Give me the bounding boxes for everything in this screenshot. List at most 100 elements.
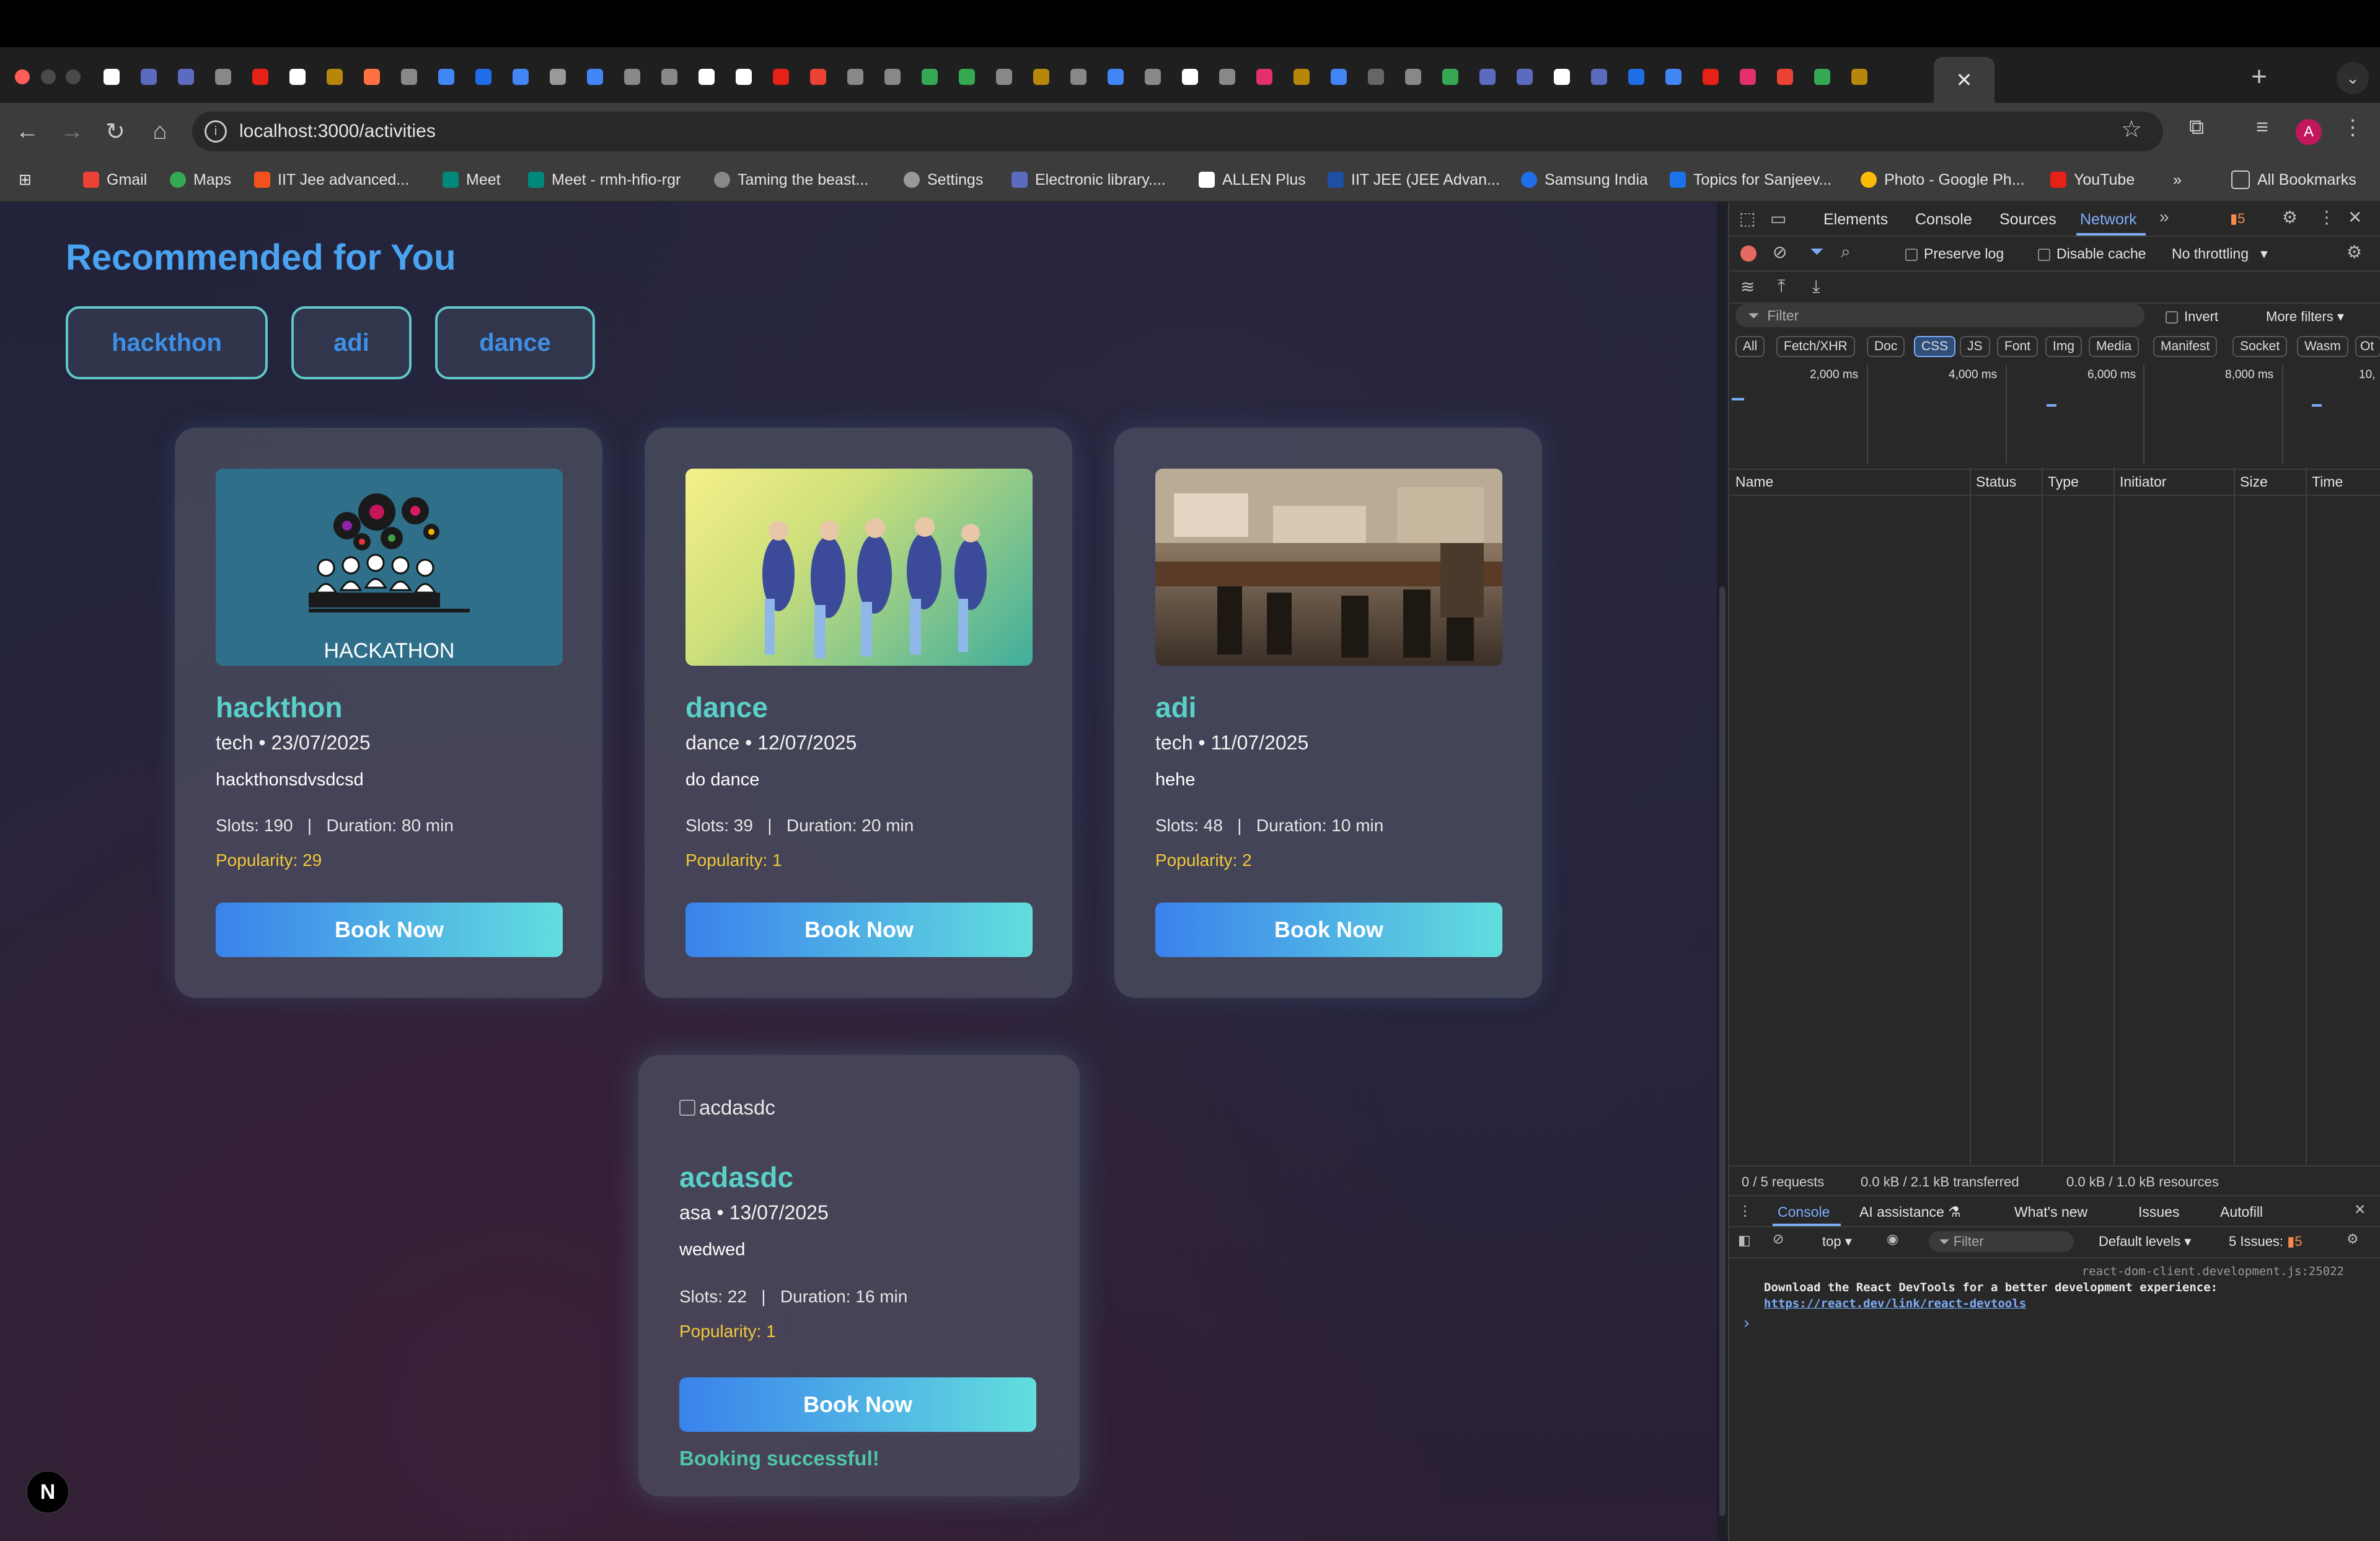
export-har-icon[interactable]: ⤓ <box>1812 276 1820 297</box>
filter-other[interactable]: Ot <box>2355 336 2380 357</box>
filter-img[interactable]: Img <box>2045 336 2082 357</box>
pinned-tab[interactable] <box>205 60 242 94</box>
pinned-tab[interactable] <box>614 60 651 94</box>
column-time[interactable]: Time <box>2312 474 2343 490</box>
chip-adi[interactable]: adi <box>291 306 412 379</box>
tab-search-button[interactable]: ⌄ <box>2337 62 2369 94</box>
pinned-tab[interactable] <box>1692 60 1729 94</box>
pinned-tab[interactable] <box>948 60 985 94</box>
record-icon[interactable] <box>1740 245 1756 262</box>
settings-gear-icon[interactable]: ⚙ <box>2282 207 2298 227</box>
pinned-tab[interactable] <box>1580 60 1618 94</box>
pinned-tab[interactable] <box>651 60 688 94</box>
pinned-tab[interactable] <box>1357 60 1395 94</box>
pinned-tab[interactable] <box>1618 60 1655 94</box>
bookmark-taming-beast[interactable]: Taming the beast... <box>714 169 868 191</box>
pinned-tab[interactable] <box>1134 60 1171 94</box>
minimize-window-button[interactable] <box>41 69 56 84</box>
pinned-tab[interactable] <box>1395 60 1432 94</box>
filter-css[interactable]: CSS <box>1914 336 1956 357</box>
console-source-link[interactable]: react-dom-client.development.js:25022 <box>2082 1265 2344 1278</box>
inspect-element-icon[interactable]: ⬚ <box>1739 208 1755 229</box>
pinned-tab[interactable] <box>316 60 353 94</box>
pinned-tab[interactable] <box>353 60 390 94</box>
column-size[interactable]: Size <box>2240 474 2268 490</box>
forward-button[interactable]: → <box>56 115 88 148</box>
console-prompt[interactable]: › <box>1742 1314 1752 1333</box>
close-tab-icon[interactable]: ✕ <box>1956 68 1973 92</box>
bookmark-iit-jee-advanced[interactable]: IIT JEE (JEE Advan... <box>1328 169 1500 191</box>
filter-manifest[interactable]: Manifest <box>2153 336 2218 357</box>
search-icon[interactable]: ⌕ <box>1841 242 1851 262</box>
device-toolbar-icon[interactable]: ▭ <box>1770 208 1786 229</box>
log-levels-dropdown[interactable]: Default levels ▾ <box>2099 1234 2191 1250</box>
console-issues-count[interactable]: 5 Issues: ▮5 <box>2229 1234 2303 1250</box>
filter-font[interactable]: Font <box>1997 336 2038 357</box>
pinned-tab[interactable] <box>502 60 539 94</box>
drawer-tab-autofill[interactable]: Autofill <box>2220 1204 2263 1221</box>
filter-fetch-xhr[interactable]: Fetch/XHR <box>1776 336 1855 357</box>
bookmark-topics[interactable]: Topics for Sanjeev... <box>1670 169 1831 191</box>
devtools-tab-sources[interactable]: Sources <box>1999 211 2056 229</box>
filter-media[interactable]: Media <box>2089 336 2140 357</box>
react-devtools-link[interactable]: https://react.dev/link/react-devtools <box>1764 1297 2026 1310</box>
bookmark-star-icon[interactable]: ☆ <box>2121 115 2142 143</box>
back-button[interactable]: ← <box>11 115 43 148</box>
pinned-tab[interactable] <box>725 60 762 94</box>
live-expression-eye-icon[interactable]: ◉ <box>1887 1231 1898 1247</box>
close-window-button[interactable] <box>15 69 30 84</box>
network-conditions-icon[interactable]: ≋ <box>1740 276 1755 297</box>
bookmark-iit-jee[interactable]: IIT Jee advanced... <box>254 169 409 191</box>
pinned-tab[interactable] <box>1097 60 1134 94</box>
preserve-log-checkbox[interactable]: Preserve log <box>1905 245 2004 262</box>
issues-badge[interactable]: ▮5 <box>2230 211 2245 227</box>
bookmark-gmail[interactable]: Gmail <box>83 169 147 191</box>
pinned-tab[interactable] <box>800 60 837 94</box>
console-clear-icon[interactable]: ⊘ <box>1773 1231 1784 1247</box>
page-scrollbar[interactable] <box>1717 202 1728 1541</box>
filter-wasm[interactable]: Wasm <box>2297 336 2348 357</box>
pinned-tab[interactable] <box>1060 60 1097 94</box>
pinned-tab[interactable] <box>1543 60 1580 94</box>
all-bookmarks-folder[interactable]: All Bookmarks <box>2231 169 2356 191</box>
drawer-tab-ai-assistance[interactable]: AI assistance ⚗ <box>1859 1204 1961 1221</box>
book-now-button[interactable]: Book Now <box>679 1377 1036 1432</box>
bookmark-maps[interactable]: Maps <box>170 169 231 191</box>
pinned-tab[interactable] <box>465 60 502 94</box>
more-filters-dropdown[interactable]: More filters ▾ <box>2266 309 2344 325</box>
pinned-tab[interactable] <box>985 60 1023 94</box>
pinned-tab[interactable] <box>242 60 279 94</box>
bookmark-electronic-library[interactable]: Electronic library.... <box>1011 169 1166 191</box>
pinned-tab[interactable] <box>837 60 874 94</box>
pinned-tab[interactable] <box>1655 60 1692 94</box>
pinned-tab[interactable] <box>130 60 167 94</box>
pinned-tab[interactable] <box>428 60 465 94</box>
pinned-tab[interactable] <box>1729 60 1766 94</box>
pinned-tab[interactable] <box>1171 60 1209 94</box>
pinned-tab[interactable] <box>874 60 911 94</box>
console-filter-input[interactable]: ⏷ Filter <box>1929 1231 2074 1252</box>
book-now-button[interactable]: Book Now <box>685 903 1033 957</box>
url-text[interactable]: localhost:3000/activities <box>239 118 436 145</box>
reload-button[interactable]: ↻ <box>99 115 131 148</box>
drawer-tab-whats-new[interactable]: What's new <box>2014 1204 2087 1221</box>
pinned-tab[interactable] <box>1804 60 1841 94</box>
chip-dance[interactable]: dance <box>435 306 595 379</box>
disable-cache-checkbox[interactable]: Disable cache <box>2038 245 2146 262</box>
filter-all[interactable]: All <box>1735 336 1765 357</box>
pinned-tab[interactable] <box>279 60 316 94</box>
apps-grid-icon[interactable]: ⊞ <box>19 169 32 191</box>
menu-kebab-icon[interactable]: ⋮ <box>2337 115 2369 140</box>
more-tabs-icon[interactable]: » <box>2159 207 2169 227</box>
bookmark-allen-plus[interactable]: ALLEN Plus <box>1199 169 1306 191</box>
network-filter-input[interactable]: ⏷ Filter <box>1735 304 2144 327</box>
drawer-tab-issues[interactable]: Issues <box>2138 1204 2179 1221</box>
filter-doc[interactable]: Doc <box>1867 336 1905 357</box>
filter-js[interactable]: JS <box>1960 336 1990 357</box>
maximize-window-button[interactable] <box>66 69 81 84</box>
pinned-tab[interactable] <box>688 60 725 94</box>
pinned-tab[interactable] <box>1246 60 1283 94</box>
bookmark-meet[interactable]: Meet <box>443 169 501 191</box>
active-tab[interactable]: ✕ <box>1934 57 1994 103</box>
chip-hackthon[interactable]: hackthon <box>66 306 268 379</box>
